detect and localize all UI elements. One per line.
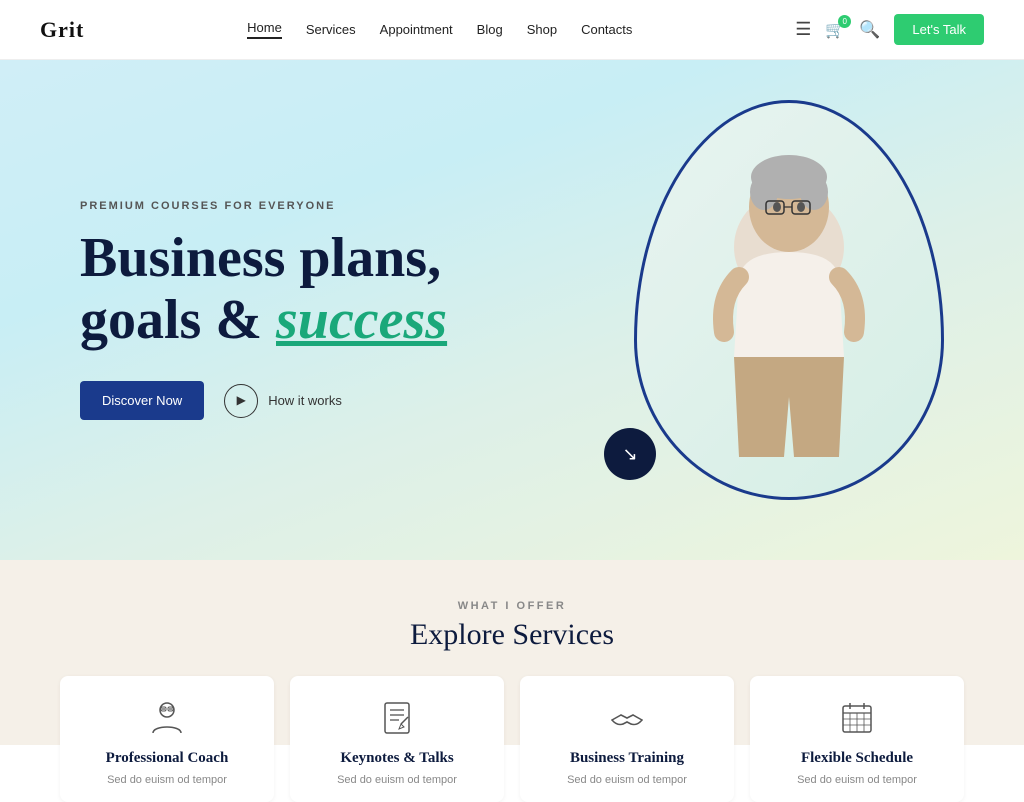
hero-title-line2: goals & [80, 289, 276, 351]
header-actions: ☰ 🛒 0 🔍 Let's Talk [795, 14, 984, 45]
main-nav: Home Services Appointment Blog Shop Cont… [247, 20, 632, 39]
service-desc-keynotes: Sed do euism od tempor [337, 773, 457, 788]
arrow-down-button[interactable]: ↘ [604, 428, 656, 480]
nav-contacts[interactable]: Contacts [581, 22, 632, 37]
play-icon: ▶ [224, 384, 258, 418]
logo: Grit [40, 17, 84, 43]
service-name-keynotes: Keynotes & Talks [340, 750, 453, 767]
service-desc-schedule: Sed do euism od tempor [797, 773, 917, 788]
discover-button[interactable]: Discover Now [80, 381, 204, 420]
service-desc-training: Sed do euism od tempor [567, 773, 687, 788]
hero-buttons: Discover Now ▶ How it works [80, 381, 944, 420]
services-label: What I Offer [60, 600, 964, 612]
keynotes-icon [375, 696, 419, 740]
services-section: What I Offer Explore Services Profession… [0, 560, 1024, 745]
how-it-works-button[interactable]: ▶ How it works [224, 384, 342, 418]
hero-subtitle: Premium Courses For Everyone [80, 200, 944, 212]
service-card-coach[interactable]: Professional Coach Sed do euism od tempo… [60, 676, 274, 802]
training-icon [605, 696, 649, 740]
service-desc-coach: Sed do euism od tempor [107, 773, 227, 788]
hero-title-line1: Business plans, [80, 227, 441, 289]
service-card-keynotes[interactable]: Keynotes & Talks Sed do euism od tempor [290, 676, 504, 802]
hero-title: Business plans, goals & success [80, 228, 944, 351]
cart-icon[interactable]: 🛒 0 [825, 20, 845, 40]
nav-services[interactable]: Services [306, 22, 356, 37]
menu-icon[interactable]: ☰ [795, 19, 811, 40]
cart-badge: 0 [838, 15, 851, 28]
nav-home[interactable]: Home [247, 20, 282, 39]
hero-content: Premium Courses For Everyone Business pl… [80, 200, 944, 420]
lets-talk-button[interactable]: Let's Talk [894, 14, 984, 45]
nav-blog[interactable]: Blog [477, 22, 503, 37]
header: Grit Home Services Appointment Blog Shop… [0, 0, 1024, 60]
hero-section: Premium Courses For Everyone Business pl… [0, 60, 1024, 560]
hero-title-highlight: success [276, 289, 447, 351]
services-title: Explore Services [60, 618, 964, 652]
nav-appointment[interactable]: Appointment [380, 22, 453, 37]
service-name-coach: Professional Coach [106, 750, 229, 767]
how-it-works-label: How it works [268, 393, 342, 408]
service-card-schedule[interactable]: Flexible Schedule Sed do euism od tempor [750, 676, 964, 802]
nav-shop[interactable]: Shop [527, 22, 557, 37]
services-grid: Professional Coach Sed do euism od tempo… [60, 676, 964, 802]
service-card-training[interactable]: Business Training Sed do euism od tempor [520, 676, 734, 802]
search-icon[interactable]: 🔍 [859, 20, 880, 40]
services-header: What I Offer Explore Services [60, 600, 964, 652]
service-name-training: Business Training [570, 750, 684, 767]
service-name-schedule: Flexible Schedule [801, 750, 913, 767]
schedule-icon [835, 696, 879, 740]
coach-icon [145, 696, 189, 740]
